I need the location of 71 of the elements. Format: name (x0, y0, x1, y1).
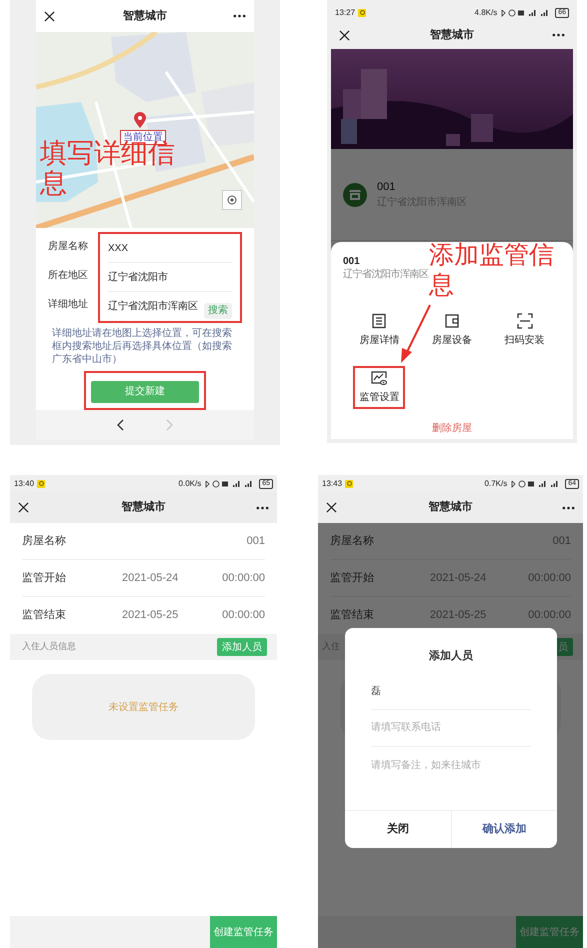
list-icon (371, 313, 388, 329)
close-icon[interactable] (339, 30, 350, 40)
dialog-title: 添加人员 (428, 648, 474, 664)
time-value: 00:00:00 (528, 608, 571, 624)
house-name: 001 (343, 255, 360, 268)
page-title: 智慧城市 (122, 8, 168, 24)
time-value: 00:00:00 (222, 608, 265, 624)
row-label: 监管开始 (330, 570, 375, 586)
action-button[interactable]: 扫码安装 (498, 309, 551, 352)
row-label: 监管结束 (22, 608, 67, 624)
close-icon[interactable] (18, 502, 29, 513)
field-value: XXX (108, 242, 128, 256)
action-button[interactable]: 监管设置 (353, 366, 406, 409)
field-label: 房屋名称 (48, 240, 89, 254)
location-pin-icon (134, 112, 146, 128)
scan-icon (516, 313, 533, 329)
network-speed: 0.0K/s (178, 478, 202, 490)
notification-icon (358, 8, 366, 16)
notification-icon (37, 480, 46, 488)
time-value: 00:00:00 (222, 570, 265, 586)
field-value: 辽宁省沈阳市 (108, 270, 168, 284)
row-label: 房屋名称 (22, 534, 67, 549)
page-title: 智慧城市 (120, 500, 166, 516)
section-label: 入住人员信息 (22, 640, 76, 654)
date-value: 2021-05-25 (122, 608, 180, 624)
input-field[interactable]: 磊 (371, 672, 531, 710)
date-value: 2021-05-24 (430, 570, 488, 586)
action-button[interactable]: 房屋设备 (426, 309, 478, 352)
input-field[interactable]: 请填写备注，如来往城市 (371, 746, 531, 784)
chart-eye-icon (371, 370, 388, 386)
field-label: 详细地址 (48, 298, 89, 312)
house-address: 辽宁省沈阳市浑南区 (343, 269, 428, 280)
confirm-button[interactable]: 确认添加 (450, 811, 557, 848)
more-icon[interactable] (562, 506, 575, 510)
row-label: 监管结束 (330, 608, 375, 624)
page-title: 智慧城市 (428, 500, 474, 516)
row-value: 001 (552, 534, 571, 549)
field-value: 辽宁省沈阳市浑南区 (108, 300, 198, 314)
more-icon[interactable] (233, 14, 246, 18)
store-icon (343, 182, 367, 206)
close-icon[interactable] (44, 10, 55, 22)
time-value: 00:00:00 (528, 570, 571, 586)
more-icon[interactable] (552, 33, 565, 37)
status-time: 13:43 (322, 478, 342, 490)
more-icon[interactable] (256, 506, 269, 510)
delete-button[interactable]: 删除房屋 (432, 421, 472, 436)
locate-button[interactable] (222, 190, 242, 210)
status-time: 13:27 (335, 6, 356, 18)
date-value: 2021-05-24 (122, 570, 180, 586)
input-field[interactable]: 请填写联系电话 (371, 710, 531, 746)
field-label: 所在地区 (48, 268, 89, 283)
row-value: 001 (246, 534, 265, 549)
network-speed: 0.7K/s (484, 478, 508, 490)
annotation-text: 添加监管信息 (429, 240, 555, 300)
locate-icon (226, 194, 238, 206)
action-button[interactable]: 房屋详情 (353, 309, 406, 352)
row-label: 监管开始 (22, 570, 67, 586)
house-name: 001 (377, 180, 396, 195)
empty-message: 未设置监管任务 (108, 700, 178, 714)
address-hint: 详细地址请在地图上选择位置，可在搜索框内搜索地址后再选择具体位置（如搜索广东省中山市） (51, 327, 233, 366)
date-value: 2021-05-25 (430, 608, 488, 624)
notification-icon (345, 480, 354, 488)
status-time: 13:40 (14, 478, 34, 490)
back-icon[interactable] (116, 419, 125, 431)
annotation-arrow (399, 304, 433, 364)
page-title: 智慧城市 (429, 28, 475, 43)
device-icon (444, 313, 460, 329)
row-label: 房屋名称 (330, 534, 375, 549)
close-icon[interactable] (326, 502, 337, 513)
network-speed: 4.8K/s (474, 6, 498, 18)
close-button[interactable]: 关闭 (345, 811, 450, 848)
